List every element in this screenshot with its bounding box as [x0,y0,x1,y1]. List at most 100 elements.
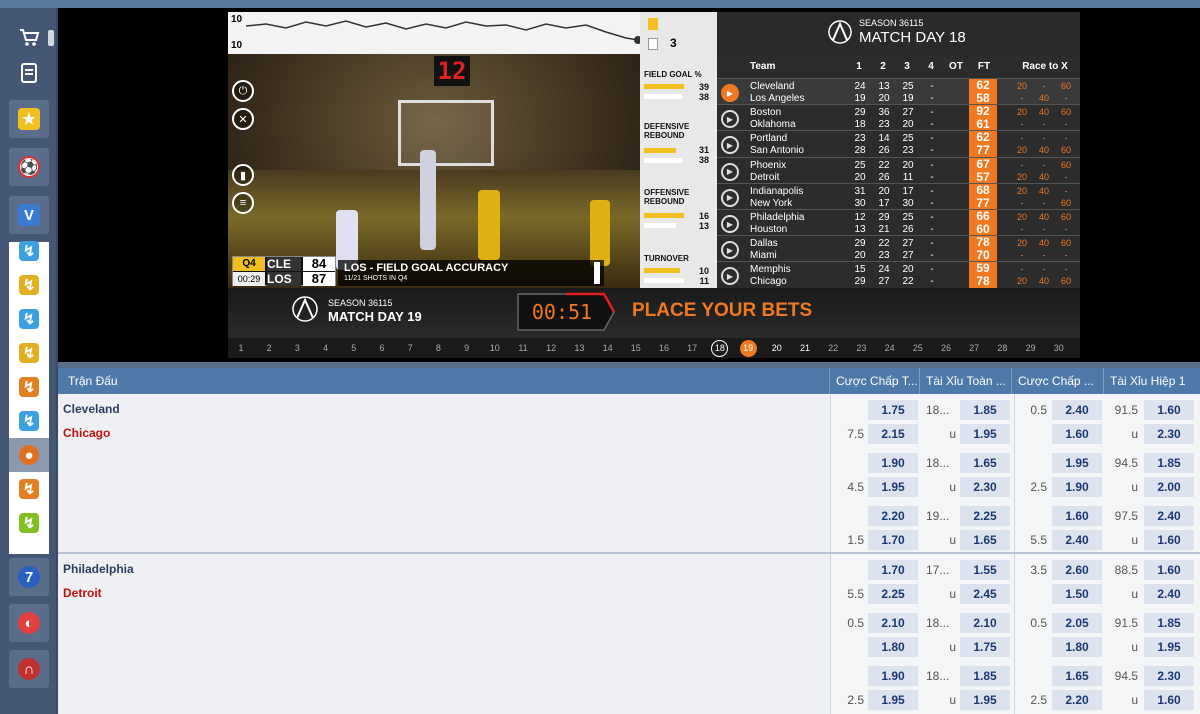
matchday-27[interactable]: 27 [964,341,984,355]
submenu-item-basketball[interactable]: ● [9,438,49,472]
result-row[interactable]: ▶ Philadelphia Houston 12 13 29 21 25 26- -66 60 20… [717,209,1080,236]
odd-button[interactable]: 1.90 [868,453,918,473]
matchday-20[interactable]: 20 [767,341,787,355]
matchday-17[interactable]: 17 [682,341,702,355]
matchday-14[interactable]: 14 [598,341,618,355]
odd-button[interactable]: 1.85 [960,666,1010,686]
globe-button[interactable]: ◐ [9,604,49,642]
odd-button[interactable]: 1.90 [1052,477,1102,497]
odd-button[interactable]: 1.65 [960,453,1010,473]
odd-button[interactable]: 1.60 [1144,400,1194,420]
matchday-9[interactable]: 9 [457,341,477,355]
play-replay-icon[interactable]: ▶ [721,267,739,286]
matchday-6[interactable]: 6 [372,341,392,355]
odd-button[interactable]: 1.95 [868,477,918,497]
submenu-item-6[interactable]: ↯ [9,404,49,438]
odd-button[interactable]: 2.40 [1052,400,1102,420]
matchday-12[interactable]: 12 [541,341,561,355]
play-replay-icon[interactable]: ▶ [721,241,739,260]
odd-button[interactable]: 1.85 [960,400,1010,420]
odd-button[interactable]: 2.40 [1144,506,1194,526]
matchday-3[interactable]: 3 [287,341,307,355]
matchday-21[interactable]: 21 [795,341,815,355]
home-team[interactable]: Philadelphia [63,562,134,576]
odd-button[interactable]: 1.50 [1052,584,1102,604]
home-team[interactable]: Cleveland [63,402,120,416]
support-button[interactable]: ∩ [9,650,49,688]
matchday-25[interactable]: 25 [908,341,928,355]
odd-button[interactable]: 2.10 [960,613,1010,633]
virtual-sports-button[interactable]: V [9,196,49,234]
odd-button[interactable]: 1.65 [960,530,1010,550]
lottery-button[interactable]: 7 [9,558,49,596]
soccer-button[interactable]: ⚽ [9,148,49,186]
odd-button[interactable]: 1.55 [960,560,1010,580]
menu-button[interactable]: ≡ [232,192,254,214]
play-replay-icon[interactable]: ▶ [721,84,739,102]
matchday-29[interactable]: 29 [1021,341,1041,355]
matchday-8[interactable]: 8 [428,341,448,355]
cart-button[interactable] [9,18,49,56]
odd-button[interactable]: 1.75 [960,637,1010,657]
result-row[interactable]: ▶ Phoenix Detroit 25 20 22 26 20 11- -67 57-20-40 6… [717,156,1080,184]
matchday-13[interactable]: 13 [569,341,589,355]
result-row[interactable]: ▶ Portland San Antonio 23 28 14 26 25 23- -62 77-2… [717,130,1080,158]
col-handicap-h1[interactable]: Cược Chấp ... [1012,368,1104,394]
col-handicap-ft[interactable]: Cược Chấp T... [830,368,920,394]
odd-button[interactable]: 2.40 [1144,584,1194,604]
stats-button[interactable]: ▮ [232,164,254,186]
odd-button[interactable]: 1.65 [1052,666,1102,686]
odd-button[interactable]: 1.70 [868,560,918,580]
matchday-30[interactable]: 30 [1049,341,1069,355]
odd-button[interactable]: 1.85 [1144,453,1194,473]
matchday-23[interactable]: 23 [851,341,871,355]
mute-button[interactable]: ✕ [232,108,254,130]
odd-button[interactable]: 1.95 [1052,453,1102,473]
play-replay-icon[interactable]: ▶ [721,110,739,129]
result-row[interactable]: ▶ Boston Oklahoma 29 18 36 23 27 20- -92 61 20-40-6… [717,104,1080,132]
odd-button[interactable]: 2.40 [1052,530,1102,550]
odd-button[interactable]: 2.00 [1144,477,1194,497]
play-replay-icon[interactable]: ▶ [721,188,739,207]
matchday-24[interactable]: 24 [880,341,900,355]
matchday-4[interactable]: 4 [316,341,336,355]
odd-button[interactable]: 2.20 [1052,690,1102,710]
matchday-15[interactable]: 15 [626,341,646,355]
odd-button[interactable]: 1.95 [960,690,1010,710]
odd-button[interactable]: 1.75 [868,400,918,420]
matchday-28[interactable]: 28 [992,341,1012,355]
col-ou-h1[interactable]: Tài Xỉu Hiệp 1 [1104,368,1200,394]
matchday-7[interactable]: 7 [400,341,420,355]
odd-button[interactable]: 1.95 [868,690,918,710]
odd-button[interactable]: 2.30 [1144,424,1194,444]
odd-button[interactable]: 2.10 [868,613,918,633]
matchday-22[interactable]: 22 [823,341,843,355]
odd-button[interactable]: 2.30 [960,477,1010,497]
bet-slip-button[interactable] [9,54,49,92]
submenu-item-8[interactable]: ↯ [9,472,49,506]
odd-button[interactable]: 1.95 [960,424,1010,444]
away-team[interactable]: Detroit [63,586,102,600]
col-ou-ft[interactable]: Tài Xỉu Toàn ... [920,368,1012,394]
result-row[interactable]: ▶ Cleveland Los Angeles 24 19 13 20 25 19- -62 58 2… [717,78,1080,105]
submenu-item-1[interactable]: ↯ [9,234,49,268]
away-team[interactable]: Chicago [63,426,110,440]
matchday-18[interactable]: 18 [711,340,729,357]
result-row[interactable]: ▶ Indianapolis New York 31 30 20 17 17 30- -68 77 2… [717,182,1080,210]
matchday-1[interactable]: 1 [231,341,251,355]
odd-button[interactable]: 1.70 [868,530,918,550]
play-replay-icon[interactable]: ▶ [721,162,739,181]
odd-button[interactable]: 2.45 [960,584,1010,604]
power-button[interactable]: ⏻ [232,80,254,102]
trophy-button[interactable]: ★ [9,100,49,138]
odd-button[interactable]: 1.60 [1144,560,1194,580]
matchday-16[interactable]: 16 [654,341,674,355]
result-row[interactable]: ▶ Dallas Miami 29 20 22 23 27 27- -78 70 20-40-60- [717,235,1080,263]
submenu-item-4[interactable]: ↯ [9,336,49,370]
matchday-11[interactable]: 11 [513,341,533,355]
result-row[interactable]: ▶ Memphis Chicago 15 29 24 27 20 22- -59 78-20-40-… [717,261,1080,289]
odd-button[interactable]: 2.60 [1052,560,1102,580]
submenu-item-5[interactable]: ↯ [9,370,49,404]
matchday-19[interactable]: 19 [739,340,757,357]
odd-button[interactable]: 2.20 [868,506,918,526]
